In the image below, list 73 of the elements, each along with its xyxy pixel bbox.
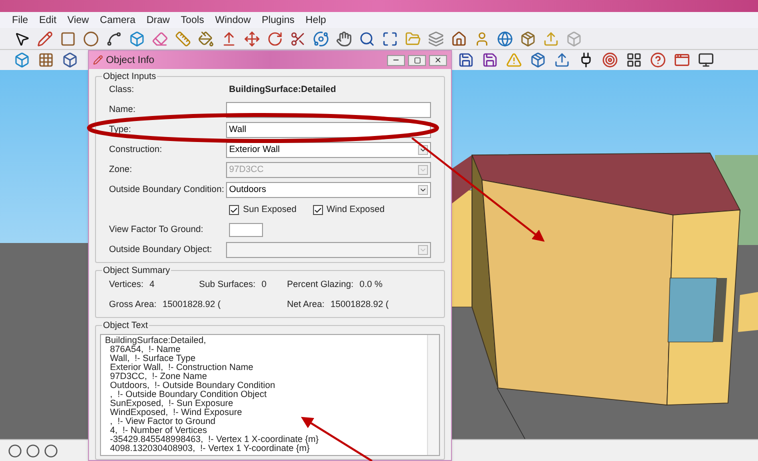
code-line: , !- View Factor to Ground	[109, 417, 216, 426]
summary-value: 15001828.92 (	[330, 298, 389, 312]
code-line: WindExposed, !- Wind Exposure	[109, 408, 242, 417]
restore-icon	[414, 56, 420, 64]
summary-label: Gross Area:	[109, 298, 157, 312]
code-line: 4098.132030408903, !- Vertex 1 Y-coordinate {m}	[109, 444, 310, 453]
checkbox-label: Wind Exposed	[326, 203, 385, 216]
field-label: Type:	[109, 123, 132, 136]
pencil-icon	[93, 55, 103, 65]
help-icon[interactable]	[648, 50, 668, 70]
summary-value: 0	[262, 278, 267, 292]
dropdown[interactable]: Outdoors	[226, 182, 431, 198]
code-line: Exterior Wall, !- Construction Name	[109, 363, 254, 372]
checkbox[interactable]	[312, 205, 323, 215]
group-title: Object Summary	[102, 264, 172, 276]
code-line: Wall, !- Surface Type	[109, 354, 196, 363]
hand-icon[interactable]	[334, 28, 354, 48]
menu-item[interactable]: Tools	[180, 12, 204, 28]
dropdown[interactable]: Exterior Wall	[226, 142, 431, 158]
close-button[interactable]	[429, 54, 447, 66]
input-field[interactable]	[229, 223, 263, 237]
code-line: 4, !- Number of Vertices	[109, 426, 208, 435]
summary-label: Net Area:	[287, 298, 325, 312]
circle-icon[interactable]	[8, 444, 22, 458]
menu-item[interactable]: Plugins	[262, 12, 295, 28]
class-value: BuildingSurface:Detailed	[229, 83, 336, 96]
menu-item[interactable]: Edit	[39, 12, 56, 28]
layers-icon[interactable]	[426, 28, 446, 48]
menu-item[interactable]: Draw	[146, 12, 170, 28]
code-line: SunExposed, !- Sun Exposure	[109, 399, 234, 408]
field-label: Outside Boundary Object:	[109, 243, 214, 256]
circle-icon[interactable]	[26, 444, 40, 458]
restore-button[interactable]	[408, 54, 426, 66]
menu-item[interactable]: File	[12, 12, 28, 28]
field-label: Construction:	[109, 143, 164, 156]
dialog-title: Object Info	[106, 54, 154, 68]
field-label: Class:	[109, 83, 136, 96]
circle-icon[interactable]	[44, 444, 58, 458]
field-label: Outside Boundary Condition:	[109, 183, 226, 196]
target-icon[interactable]	[600, 50, 620, 70]
summary-value: 15001828.92 (	[162, 298, 221, 312]
code-line: 97D3CC, !- Zone Name	[109, 372, 208, 381]
menu-item[interactable]: Help	[306, 12, 326, 28]
input-field[interactable]: Wall	[226, 122, 431, 138]
code-line: Outdoors, !- Outside Boundary Condition	[109, 381, 276, 390]
scrollbar[interactable]	[427, 335, 439, 455]
field-label: Zone:	[109, 163, 134, 176]
summary-label: Vertices:	[109, 278, 144, 292]
move-icon[interactable]	[242, 28, 262, 48]
code-line: BuildingSurface:Detailed,	[105, 336, 206, 345]
globe-icon[interactable]	[495, 28, 515, 48]
menu-item[interactable]: Camera	[100, 12, 136, 28]
group-title: Object Inputs	[102, 70, 158, 82]
summary-value: 0.0 %	[360, 278, 383, 292]
field-label: View Factor To Ground:	[109, 223, 204, 236]
close-icon	[434, 56, 442, 64]
summary-label: Sub Surfaces:	[199, 278, 256, 292]
checkbox[interactable]	[229, 205, 239, 215]
circle-icon[interactable]	[81, 28, 101, 48]
orbit-icon[interactable]	[311, 28, 331, 48]
paint-bucket-icon[interactable]	[196, 28, 216, 48]
code-line: , !- Outside Boundary Condition Object	[109, 390, 267, 399]
field-label: Name:	[109, 103, 137, 116]
code-line: 876A54, !- Name	[110, 345, 181, 354]
menu-item[interactable]: View	[67, 12, 89, 28]
code-line: -35429.845548998463, !- Vertex 1 X-coordinate {m}	[109, 435, 319, 444]
pencil-icon[interactable]	[35, 28, 55, 48]
minimize-button[interactable]	[387, 54, 405, 66]
checkbox-label: Sun Exposed	[243, 203, 297, 216]
menu-item[interactable]: Window	[215, 12, 251, 28]
summary-value: 4	[150, 278, 155, 292]
summary-label: Percent Glazing:	[287, 278, 354, 292]
group-title: Object Text	[102, 319, 149, 331]
